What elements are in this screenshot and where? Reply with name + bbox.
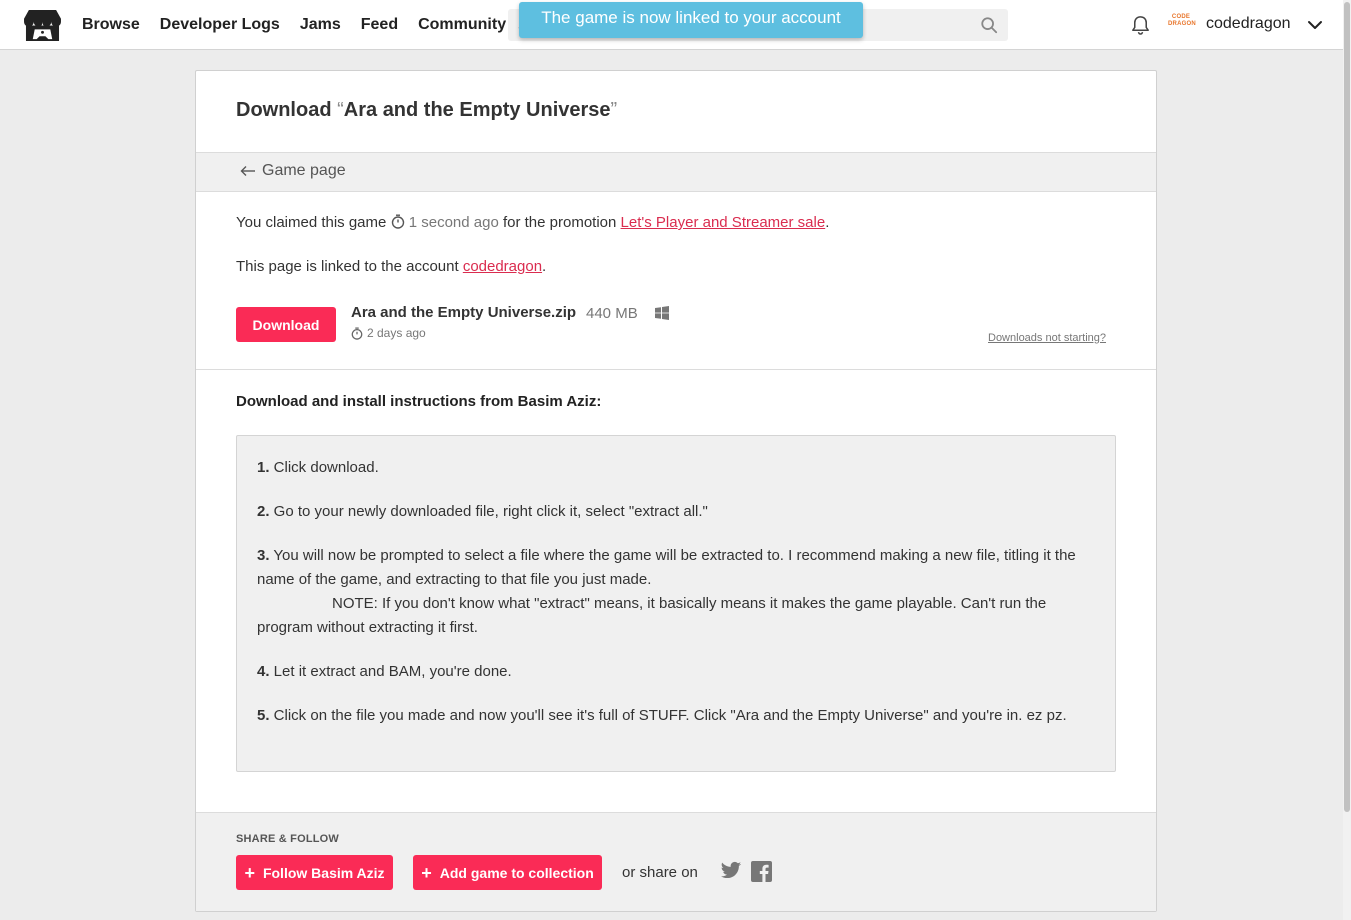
page-scrollbar[interactable]	[1343, 0, 1351, 920]
plus-icon: +	[244, 862, 255, 883]
title-open-quote: “	[337, 99, 344, 121]
avatar[interactable]: CODE DRAGON	[1168, 14, 1196, 34]
instructions-heading: Download and install instructions from B…	[236, 393, 602, 410]
file-size: 440 MB	[586, 305, 638, 322]
stopwatch-icon	[391, 214, 404, 229]
instruction-step: 1. Click download.	[257, 456, 1091, 480]
share-on-text: or share on	[622, 864, 698, 881]
promotion-link[interactable]: Let's Player and Streamer sale	[621, 214, 826, 231]
step-number: 2.	[257, 503, 270, 520]
nav-jams[interactable]: Jams	[300, 16, 341, 34]
instruction-step: 3. You will now be prompted to select a …	[257, 544, 1091, 640]
step-number: 4.	[257, 663, 270, 680]
instructions-box: 1. Click download. 2. Go to your newly d…	[236, 435, 1116, 772]
follow-button-label: Follow Basim Aziz	[262, 864, 385, 881]
step-text: Let it extract and BAM, you're done.	[269, 663, 512, 680]
instruction-step: 5. Click on the file you made and now yo…	[257, 704, 1091, 728]
add-to-collection-button[interactable]: + Add game to collection	[413, 855, 602, 890]
nav-feed[interactable]: Feed	[361, 16, 398, 34]
claimed-prefix: You claimed this game	[236, 214, 387, 231]
step-text: You will now be prompted to select a fil…	[257, 547, 1076, 588]
step-text: Go to your newly downloaded file, right …	[269, 503, 708, 520]
step-number: 1.	[257, 459, 270, 476]
claimed-suffix: .	[825, 214, 830, 231]
notification-bell-icon[interactable]	[1130, 14, 1151, 35]
claimed-time: 1 second ago	[408, 214, 499, 231]
game-title: Ara and the Empty Universe	[343, 99, 611, 121]
plus-icon: +	[421, 862, 432, 883]
claimed-line: You claimed this game 1 second ago for t…	[236, 214, 829, 231]
follow-button[interactable]: + Follow Basim Aziz	[236, 855, 393, 890]
instruction-step: 2. Go to your newly downloaded file, rig…	[257, 500, 1091, 524]
step-text: Click on the file you made and now you'l…	[269, 707, 1067, 724]
download-button[interactable]: Download	[236, 307, 336, 342]
file-name: Ara and the Empty Universe.zip	[351, 304, 577, 321]
linked-prefix: This page is linked to the account	[236, 258, 459, 275]
upload-date: 2 days ago	[351, 326, 426, 340]
linked-suffix: .	[542, 258, 547, 275]
username[interactable]: codedragon	[1206, 15, 1291, 33]
linked-toast: The game is now linked to your account	[519, 2, 863, 38]
extract-note: NOTE: If you don't know what "extract" m…	[257, 595, 1047, 636]
back-to-game-page-link[interactable]: Game page	[240, 162, 346, 180]
scrollbar-thumb[interactable]	[1344, 2, 1350, 812]
back-link-label: Game page	[262, 162, 346, 179]
chevron-down-icon[interactable]	[1307, 17, 1323, 33]
linked-account-line: This page is linked to the account coded…	[236, 258, 546, 275]
step-number: 5.	[257, 707, 270, 724]
itchio-logo-icon[interactable]	[23, 8, 62, 43]
step-text: Click download.	[269, 459, 379, 476]
linked-account-link[interactable]: codedragon	[463, 258, 542, 275]
main-nav: Browse Developer Logs Jams Feed Communit…	[82, 0, 506, 50]
title-close-quote: ”	[610, 99, 618, 121]
page-title: Download “Ara and the Empty Universe”	[236, 99, 617, 122]
step-number: 3.	[257, 547, 270, 564]
search-icon[interactable]	[980, 16, 998, 34]
stopwatch-icon	[351, 326, 363, 340]
nav-developer-logs[interactable]: Developer Logs	[160, 16, 280, 34]
instruction-step: 4. Let it extract and BAM, you're done.	[257, 660, 1091, 684]
share-follow-section: SHARE & FOLLOW + Follow Basim Aziz + Add…	[196, 812, 1156, 911]
sub-nav-bar: Game page	[196, 152, 1156, 192]
nav-community[interactable]: Community	[418, 16, 506, 34]
nav-browse[interactable]: Browse	[82, 16, 140, 34]
top-header: Browse Developer Logs Jams Feed Communit…	[0, 0, 1343, 50]
downloads-not-starting-link[interactable]: Downloads not starting?	[988, 332, 1106, 344]
download-card: Download “Ara and the Empty Universe” Ga…	[195, 70, 1157, 912]
windows-icon	[655, 306, 669, 320]
add-to-collection-label: Add game to collection	[439, 864, 594, 881]
twitter-icon[interactable]	[720, 861, 742, 881]
title-prefix: Download	[236, 99, 338, 121]
facebook-icon[interactable]	[751, 861, 772, 882]
arrow-left-icon	[240, 166, 255, 176]
divider	[196, 369, 1156, 370]
claimed-middle: for the promotion	[502, 214, 617, 231]
upload-date-text: 2 days ago	[367, 326, 426, 340]
share-follow-label: SHARE & FOLLOW	[236, 833, 340, 845]
